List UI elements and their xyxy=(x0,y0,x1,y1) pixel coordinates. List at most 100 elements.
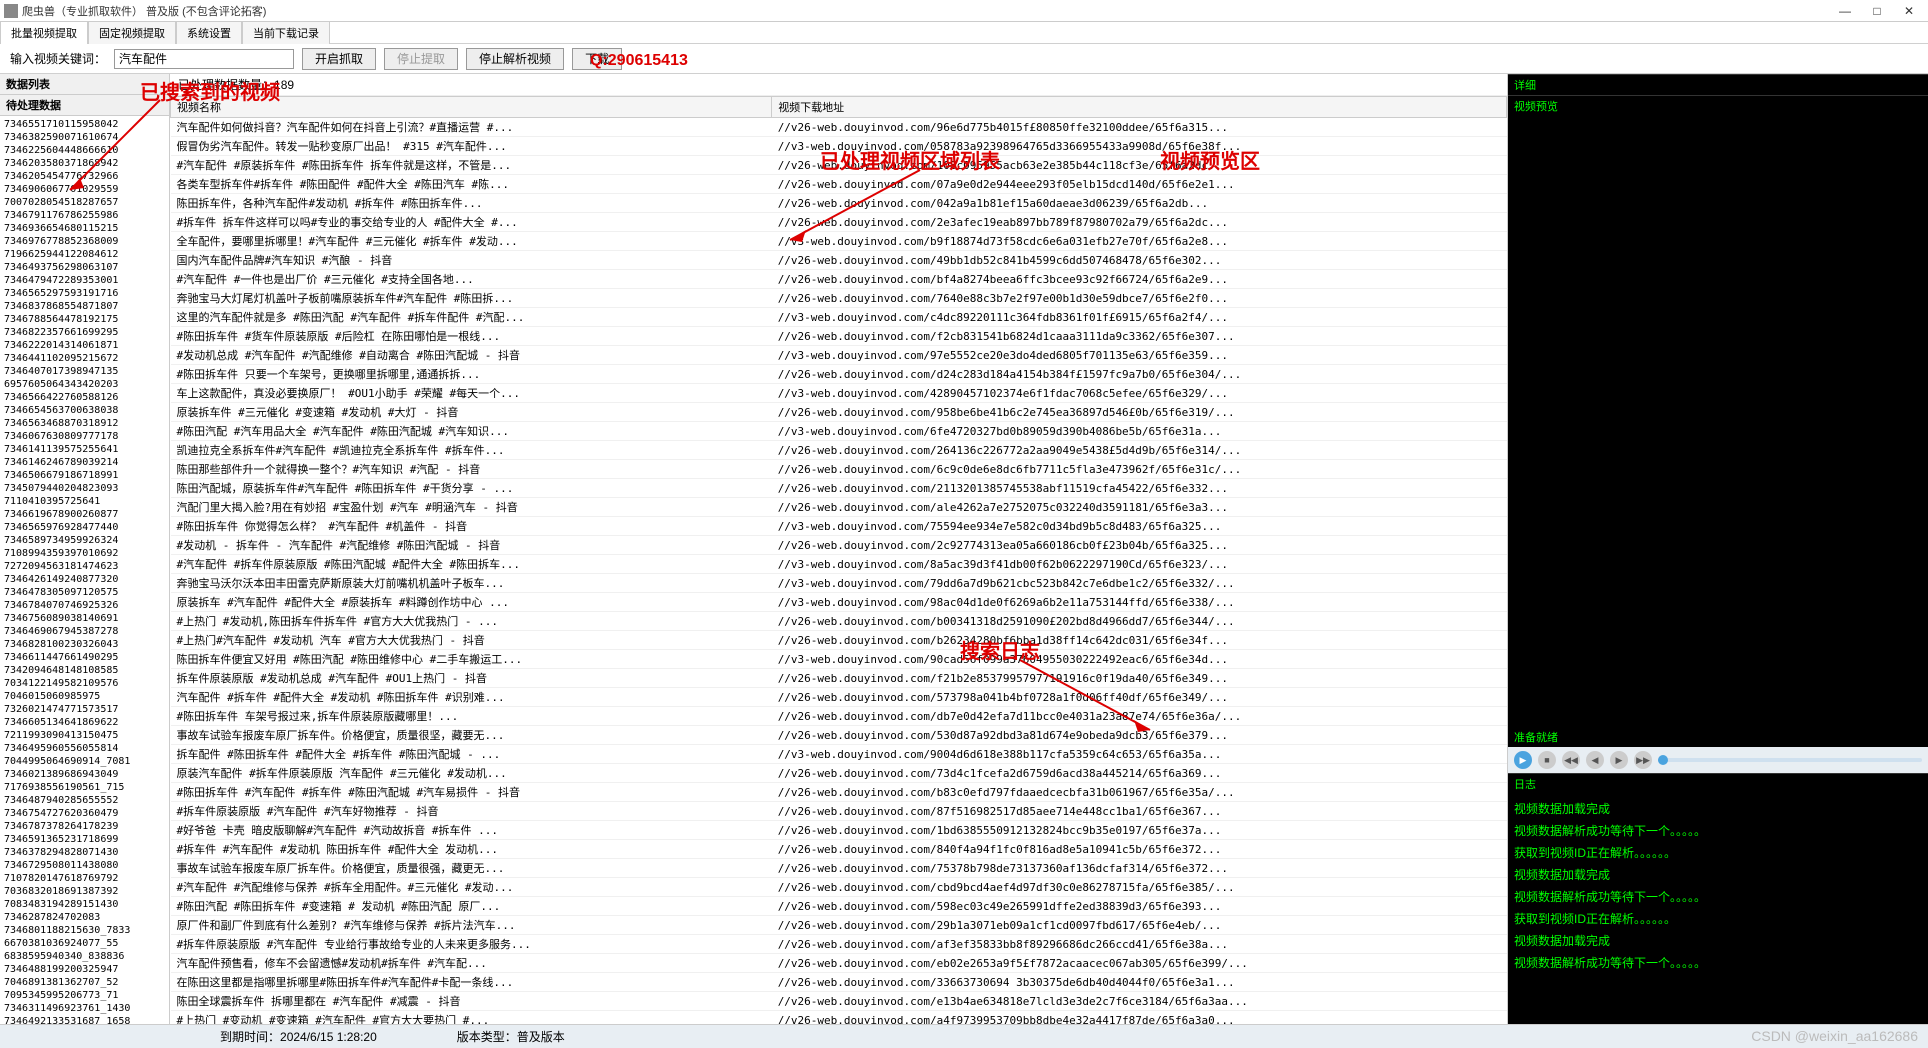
keyword-label: 输入视频关键词： xyxy=(10,50,106,67)
table-row[interactable]: #拆车件 拆车件这样可以吗#专业的事交给专业的人 #配件大全 #...//v26… xyxy=(171,213,1507,232)
table-row[interactable]: #发动机总成 #汽车配件 #汽配维修 #自动离合 #陈田汽配城 - 抖音//v3… xyxy=(171,346,1507,365)
media-player: ▶ ■ ◀◀ ◀ ▶ ▶▶ xyxy=(1508,747,1928,773)
counter-value: 189 xyxy=(274,78,294,92)
qq-contact: Q:290615413 xyxy=(590,52,688,70)
forward-icon[interactable]: ▶ xyxy=(1610,751,1628,769)
table-row[interactable]: #上热门 #发动机,陈田拆车件拆车件 #官方大大优我热门 - ...//v26-… xyxy=(171,612,1507,631)
table-row[interactable]: 事故车试验车报废车原厂拆车件。价格便宜，质量很坚，藏要无...//v26-web… xyxy=(171,726,1507,745)
left-panel: 数据列表 待处理数据 7346551710115958042 734638259… xyxy=(0,74,170,1024)
table-row[interactable]: 汽配门里大揭入脸?用在有妙招 #宝盈什划 #汽车 #明涵汽车 - 抖音//v26… xyxy=(171,498,1507,517)
col-video-name[interactable]: 视频名称 xyxy=(171,97,772,118)
table-row[interactable]: #上热门#汽车配件 #发动机 汽车 #官方大大优我热门 - 抖音//v26-we… xyxy=(171,631,1507,650)
tab-batch-extract[interactable]: 批量视频提取 xyxy=(0,21,88,44)
table-row[interactable]: 汽车配件如何做抖音？汽车配件如何在抖音上引流？#直播运营 #...//v26-w… xyxy=(171,118,1507,137)
stop-parse-button[interactable]: 停止解析视频 xyxy=(466,48,564,70)
tab-settings[interactable]: 系统设置 xyxy=(176,21,242,44)
close-button[interactable]: ✕ xyxy=(1894,1,1924,21)
table-row[interactable]: #汽车配件 #汽配维修与保养 #拆车全用配件。#三元催化 #发动...//v26… xyxy=(171,878,1507,897)
table-row[interactable]: #陈田拆车件 #汽车配件 #拆车件 #陈田汽配城 #汽车易损件 - 抖音//v2… xyxy=(171,783,1507,802)
pending-data-header: 待处理数据 xyxy=(0,95,169,116)
counter-row: 已处理数据数量：189 xyxy=(170,74,1507,96)
maximize-button[interactable]: □ xyxy=(1862,1,1892,21)
table-row[interactable]: #陈田汽配 #陈田拆车件 #变速箱 # 发动机 #陈田汽配 原厂...//v26… xyxy=(171,897,1507,916)
table-row[interactable]: #陈田拆车件 车架号报过来,拆车件原装原版藏哪里！...//v26-web.do… xyxy=(171,707,1507,726)
table-row[interactable]: #汽车配件 #一件也是出厂价 #三元催化 #支持全国各地...//v26-web… xyxy=(171,270,1507,289)
table-row[interactable]: #发动机 - 拆车件 - 汽车配件 #汽配维修 #陈田汽配城 - 抖音//v26… xyxy=(171,536,1507,555)
log-line: 视频数据加载完成 xyxy=(1514,798,1922,820)
table-row[interactable]: 拆车配件 #陈田拆车件 #配件大全 #拆车件 #陈田汽配城 - ...//v3-… xyxy=(171,745,1507,764)
table-row[interactable]: 凯迪拉克全系拆车件#汽车配件 #凯迪拉克全系拆车件 #拆车件...//v26-w… xyxy=(171,441,1507,460)
progress-slider[interactable] xyxy=(1658,758,1922,762)
table-row[interactable]: 这里的汽车配件就是多 #陈田汽配 #汽车配件 #拆车件配件 #汽配...//v3… xyxy=(171,308,1507,327)
detail-header: 详细 xyxy=(1508,74,1928,95)
log-line: 获取到视频ID正在解析。。。。。。 xyxy=(1514,908,1922,930)
table-row[interactable]: 陈田那些部件升一个就得换一整个？#汽车知识 #汽配 - 抖音//v26-web.… xyxy=(171,460,1507,479)
play-icon[interactable]: ▶ xyxy=(1514,751,1532,769)
table-row[interactable]: #陈田汽配 #汽车用品大全 #汽车配件 #陈田汽配城 #汽车知识...//v3-… xyxy=(171,422,1507,441)
data-list-header: 数据列表 xyxy=(0,74,169,95)
table-row[interactable]: 原厂件和副厂件到底有什么差别? #汽车维修与保养 #拆片法汽车...//v26-… xyxy=(171,916,1507,935)
table-row[interactable]: 国内汽车配件品牌#汽车知识 #汽酿 - 抖音//v26-web.douyinvo… xyxy=(171,251,1507,270)
table-row[interactable]: 事故车试验车报废车原厂拆车件。价格便宜，质量很强，藏更无...//v26-web… xyxy=(171,859,1507,878)
id-list[interactable]: 7346551710115958042 7346382590071610674 … xyxy=(0,116,169,1024)
table-row[interactable]: 原装汽车配件 #拆车件原装原版 汽车配件 #三元催化 #发动机...//v26-… xyxy=(171,764,1507,783)
table-row[interactable]: #拆车件原装原版 #汽车配件 专业给行事故给专业的人未来更多服务...//v26… xyxy=(171,935,1507,954)
log-line: 视频数据加载完成 xyxy=(1514,930,1922,952)
statusbar: 到期时间：2024/6/15 1:28:20 版本类型：普及版本 xyxy=(0,1024,1928,1048)
table-row[interactable]: 原装拆车件 #三元催化 #变速箱 #发动机 #大灯 - 抖音//v26-web.… xyxy=(171,403,1507,422)
app-icon xyxy=(4,4,18,18)
table-row[interactable]: #陈田拆车件 #货车件原装原版 #后险杠 在陈田哪怕是一根线...//v26-w… xyxy=(171,327,1507,346)
watermark: CSDN @weixin_aa162686 xyxy=(1751,1028,1918,1044)
preview-header: 视频预览 xyxy=(1508,95,1928,116)
window-title: 爬虫兽（专业抓取软件） 普及版 (不包含评论拓客) xyxy=(22,3,1830,19)
table-row[interactable]: #拆车件原装原版 #汽车配件 #汽车好物推荐 - 抖音//v26-web.dou… xyxy=(171,802,1507,821)
log-line: 视频数据解析成功等待下一个。。。。。 xyxy=(1514,820,1922,842)
table-row[interactable]: 陈田全球震拆车件 拆哪里都在 #汽车配件 #减震 - 抖音//v26-web.d… xyxy=(171,992,1507,1011)
table-row[interactable]: 假冒伪劣汽车配件。转发一贴秒变原厂出品！ #315 #汽车配件...//v3-w… xyxy=(171,137,1507,156)
start-button[interactable]: 开启抓取 xyxy=(302,48,376,70)
table-row[interactable]: 奔驰宝马沃尔沃本田丰田雷克萨斯原装大灯前嘴机机盖叶子板车...//v3-web.… xyxy=(171,574,1507,593)
prev-icon[interactable]: ◀◀ xyxy=(1562,751,1580,769)
next-icon[interactable]: ▶▶ xyxy=(1634,751,1652,769)
video-table[interactable]: 视频名称 视频下载地址 汽车配件如何做抖音？汽车配件如何在抖音上引流？#直播运营… xyxy=(170,96,1507,1024)
tab-fixed-extract[interactable]: 固定视频提取 xyxy=(88,21,176,44)
table-row[interactable]: 拆车件原装原版 #发动机总成 #汽车配件 #OU1上热门 - 抖音//v26-w… xyxy=(171,669,1507,688)
log-line: 视频数据解析成功等待下一个。。。。。 xyxy=(1514,886,1922,908)
table-row[interactable]: 陈田拆车件，各种汽车配件#发动机 #拆车件 #陈田拆车件...//v26-web… xyxy=(171,194,1507,213)
log-line: 视频数据解析成功等待下一个。。。。。 xyxy=(1514,952,1922,974)
table-row[interactable]: #好爷爸 卡壳 暗皮版聊解#汽车配件 #汽动故拆音 #拆车件 ...//v26-… xyxy=(171,821,1507,840)
tab-download-log[interactable]: 当前下载记录 xyxy=(242,21,330,44)
keyword-input[interactable] xyxy=(114,49,294,69)
table-row[interactable]: 汽车配件 #拆车件 #配件大全 #发动机 #陈田拆车件 #识别难...//v26… xyxy=(171,688,1507,707)
log-area[interactable]: 视频数据加载完成视频数据解析成功等待下一个。。。。。获取到视频ID正在解析。。。… xyxy=(1508,794,1928,1024)
table-row[interactable]: 陈田汽配城，原装拆车件#汽车配件 #陈田拆车件 #干货分享 - ...//v26… xyxy=(171,479,1507,498)
table-row[interactable]: #汽车配件 #拆车件原装原版 #陈田汽配城 #配件大全 #陈田拆车...//v3… xyxy=(171,555,1507,574)
minimize-button[interactable]: — xyxy=(1830,1,1860,21)
table-row[interactable]: 车上这款配件，真没必要换原厂！ #OU1小助手 #荣耀 #每天一个...//v3… xyxy=(171,384,1507,403)
log-header: 日志 xyxy=(1508,773,1928,794)
center-panel: 已处理数据数量：189 视频名称 视频下载地址 汽车配件如何做抖音？汽车配件如何… xyxy=(170,74,1508,1024)
col-download-url[interactable]: 视频下载地址 xyxy=(772,97,1507,118)
table-row[interactable]: #拆车件 #汽车配件 #发动机 陈田拆车件 #配件大全 发动机...//v26-… xyxy=(171,840,1507,859)
table-row[interactable]: 汽车配件预售看，修车不会留遗憾#发动机#拆车件 #汽车配...//v26-web… xyxy=(171,954,1507,973)
stop-button[interactable]: 停止提取 xyxy=(384,48,458,70)
table-row[interactable]: 全车配件，要哪里拆哪里！#汽车配件 #三元催化 #拆车件 #发动...//v3-… xyxy=(171,232,1507,251)
toolbar: 输入视频关键词： 开启抓取 停止提取 停止解析视频 下载 xyxy=(0,44,1928,74)
expire-time: 到期时间：2024/6/15 1:28:20 xyxy=(220,1028,377,1045)
titlebar: 爬虫兽（专业抓取软件） 普及版 (不包含评论拓客) — □ ✕ xyxy=(0,0,1928,22)
main: 数据列表 待处理数据 7346551710115958042 734638259… xyxy=(0,74,1928,1024)
table-row[interactable]: #汽车配件 #原装拆车件 #陈田拆车件 拆车件就是这样，不管是...//v26-… xyxy=(171,156,1507,175)
rewind-icon[interactable]: ◀ xyxy=(1586,751,1604,769)
table-row[interactable]: 各类车型拆车件#拆车件 #陈田配件 #配件大全 #陈田汽车 #陈...//v26… xyxy=(171,175,1507,194)
table-row[interactable]: 在陈田这里都是指哪里拆哪里#陈田拆车件#汽车配件#卡配一条线...//v26-w… xyxy=(171,973,1507,992)
video-preview xyxy=(1508,116,1928,727)
stop-icon[interactable]: ■ xyxy=(1538,751,1556,769)
version-type: 版本类型：普及版本 xyxy=(457,1028,565,1045)
table-row[interactable]: 原装拆车 #汽车配件 #配件大全 #原装拆车 #料蹲创作坊中心 ...//v3-… xyxy=(171,593,1507,612)
table-row[interactable]: #陈田拆车件 你觉得怎么样？ #汽车配件 #机盖件 - 抖音//v3-web.d… xyxy=(171,517,1507,536)
table-row[interactable]: 奔驰宝马大灯尾灯机盖叶子板前嘴原装拆车件#汽车配件 #陈田拆...//v26-w… xyxy=(171,289,1507,308)
table-row[interactable]: #上热门 #变动机 #变速箱 #汽车配件 #官方大大要热门 #...//v26-… xyxy=(171,1011,1507,1025)
table-row[interactable]: 陈田拆车件便宜又好用 #陈田汽配 #陈田维修中心 #二手车搬运工...//v3-… xyxy=(171,650,1507,669)
table-row[interactable]: #陈田拆车件 只要一个车架号，更换哪里拆哪里,通通拆拆...//v26-web.… xyxy=(171,365,1507,384)
ready-status: 准备就绪 xyxy=(1508,727,1928,747)
